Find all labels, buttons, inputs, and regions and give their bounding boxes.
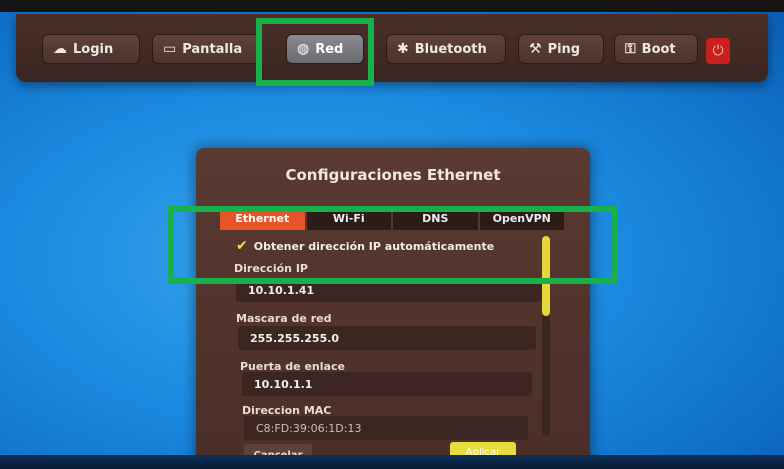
login-button[interactable]: ☁ Login (42, 34, 140, 64)
screen-bezel-top (0, 0, 784, 12)
bluetooth-button[interactable]: ✱ Bluetooth (386, 34, 506, 64)
cloud-icon: ☁ (53, 41, 67, 57)
key-icon: ⚿ (625, 41, 636, 57)
mask-label: Mascara de red (236, 312, 332, 325)
mask-field[interactable]: 255.255.255.0 (238, 326, 536, 350)
ping-button[interactable]: ⚒ Ping (518, 34, 604, 64)
pantalla-button[interactable]: ▭ Pantalla (152, 34, 262, 64)
ping-label: Ping (547, 41, 581, 57)
wrench-icon: ⚒ (529, 41, 542, 57)
power-button[interactable]: ⏻ (706, 38, 730, 64)
monitor-icon: ▭ (163, 41, 177, 57)
pantalla-label: Pantalla (182, 41, 243, 57)
highlight-box-red (256, 18, 374, 86)
boot-label: Boot (641, 41, 676, 57)
bluetooth-label: Bluetooth (414, 41, 487, 57)
top-toolbar: ☁ Login ▭ Pantalla ◍ Red ✱ Bluetooth ⚒ P… (16, 14, 768, 82)
screen-bezel-bottom (0, 455, 784, 469)
login-label: Login (73, 41, 114, 57)
dialog-title: Configuraciones Ethernet (285, 166, 501, 184)
mac-field: C8:FD:39:06:1D:13 (244, 416, 528, 440)
power-icon: ⏻ (712, 43, 724, 59)
gateway-field[interactable]: 10.10.1.1 (242, 372, 532, 396)
ethernet-settings-dialog: Configuraciones Ethernet Ethernet Wi-Fi … (196, 148, 590, 469)
highlight-box-settings (168, 206, 618, 284)
boot-button[interactable]: ⚿ Boot (614, 34, 698, 64)
bluetooth-icon: ✱ (397, 41, 409, 57)
